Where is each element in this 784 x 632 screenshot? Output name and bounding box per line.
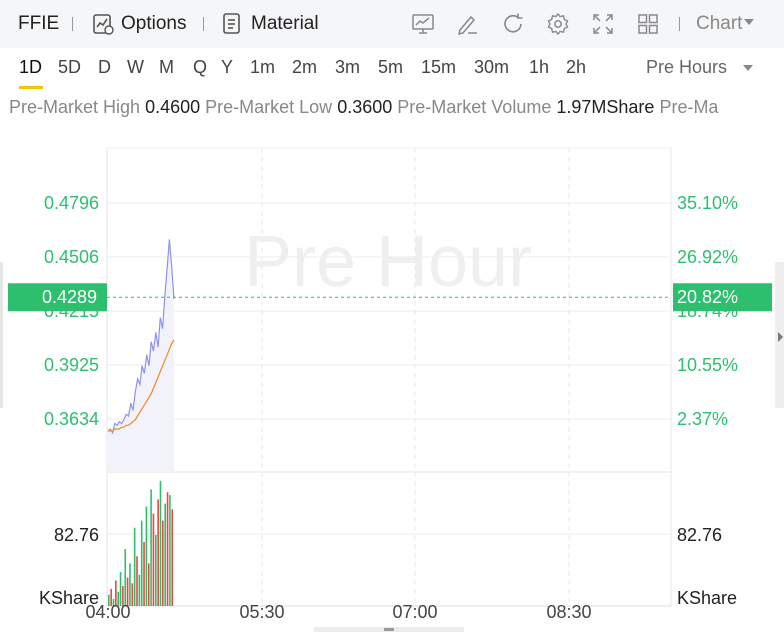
volume-bar [166,492,169,606]
period-tab-5d[interactable]: 5D [58,57,81,78]
volume-bar [124,549,127,606]
time-tick-label: 05:30 [239,602,284,622]
options-label: Options [121,13,187,34]
period-tab-q[interactable]: Q [193,57,207,78]
time-tick-label: 07:00 [392,602,437,622]
premarket-stats: Pre-Market High 0.4600 Pre-Market Low 0.… [9,97,784,118]
price-tick-label: 0.4796 [44,193,99,213]
period-tab-d[interactable]: D [98,57,111,78]
period-tab-1d[interactable]: 1D [19,57,42,78]
ticker-symbol[interactable]: FFIE [18,0,59,48]
draw-icon[interactable] [456,12,480,36]
period-tab-30m[interactable]: 30m [474,57,509,78]
price-tick-label: 0.3925 [44,355,99,375]
active-period-indicator [19,86,43,89]
volume-bar [169,495,171,606]
price-tick-label: 0.4506 [44,247,99,267]
period-tab-1h[interactable]: 1h [529,57,549,78]
price-lines [107,239,175,472]
percent-tick-label: 26.92% [677,247,738,267]
volume-bar [140,520,143,606]
time-axis: 04:00 05:30 07:00 08:30 [85,602,591,622]
volume-bar [143,542,145,606]
fullscreen-icon[interactable] [591,12,615,36]
material-label: Material [251,13,319,34]
current-price-label: 0.4289 [42,287,97,307]
side-handle-left[interactable] [0,262,3,408]
price-axis: 0.47960.45060.42150.39250.363482.76KShar… [39,193,99,608]
caret-down-icon [743,65,754,71]
options-icon [93,14,114,35]
percent-tick-label: 35.10% [677,193,738,213]
premarket-volume-label: Pre-Market Volume [397,97,552,117]
volume-bar [155,534,157,606]
premarket-low-value: 0.3600 [337,97,393,117]
settings-icon[interactable] [546,12,570,36]
period-tab-3m[interactable]: 3m [335,57,360,78]
volume-bar [138,574,141,606]
refresh-icon[interactable] [501,12,525,36]
period-tab-y[interactable]: Y [221,57,233,78]
chart-grid [106,147,672,607]
side-handle-right[interactable] [775,262,784,408]
volume-bar [157,499,159,606]
volume-bar [164,503,166,606]
chart-watermark: Pre Hour [244,222,532,302]
percent-axis: 35.10%26.92%18.74%10.55%2.37%82.76KShare [677,193,738,608]
volume-bar [119,571,122,606]
session-select[interactable]: Pre Hours [646,57,754,78]
volume-bar [152,513,155,606]
volume-bar [147,563,150,606]
layout-icon[interactable] [636,12,660,36]
volume-max-label-right: 82.76 [677,525,722,545]
document-icon [223,13,240,34]
material-button[interactable]: Material [222,0,319,48]
chart-type-menu[interactable]: Chart [696,0,755,48]
volume-bar [150,489,152,606]
volume-bar [136,556,138,606]
session-select-value: Pre Hours [646,57,728,77]
indicator-icon[interactable] [411,12,435,36]
caret-down-icon [744,19,755,25]
volume-unit-label-right: KShare [677,588,737,608]
volume-bar [133,527,136,606]
truncated-stat-label: Pre-Ma [659,97,719,117]
volume-max-label: 82.76 [54,525,99,545]
options-button[interactable]: Options [92,0,186,48]
intraday-chart[interactable]: Pre Hour 0.47960.45060.42150.39250.36348… [0,130,784,632]
toolbar-divider [72,17,73,31]
current-change-label: 20.82% [677,287,738,307]
percent-tick-label: 2.37% [677,409,728,429]
period-tab-1m[interactable]: 1m [250,57,275,78]
volume-bar [131,583,134,606]
volume-bar [145,506,148,606]
bottom-scroll-handle[interactable] [314,627,464,632]
premarket-volume-value: 1.97MShare [556,97,655,117]
premarket-high-label: Pre-Market High [9,97,141,117]
volume-bar [162,520,164,606]
price-area [108,239,174,472]
volume-bar [129,563,131,606]
time-tick-label: 08:30 [546,602,591,622]
period-tab-w[interactable]: W [127,57,144,78]
toolbar-divider [679,17,680,31]
top-toolbar: FFIE Options Material Chart [0,0,784,48]
volume-bar [159,480,162,606]
volume-bar [171,509,174,606]
premarket-high-value: 0.4600 [145,97,201,117]
period-tab-15m[interactable]: 15m [421,57,456,78]
price-tick-label: 0.3634 [44,409,99,429]
period-tab-5m[interactable]: 5m [378,57,403,78]
chart-menu-label: Chart [696,13,743,34]
premarket-low-label: Pre-Market Low [205,97,333,117]
period-tab-2h[interactable]: 2h [566,57,586,78]
time-tick-label: 04:00 [85,602,130,622]
volume-bars [108,480,174,606]
period-tab-m[interactable]: M [159,57,174,78]
percent-tick-label: 10.55% [677,355,738,375]
toolbar-divider [203,17,204,31]
period-tab-2m[interactable]: 2m [292,57,317,78]
